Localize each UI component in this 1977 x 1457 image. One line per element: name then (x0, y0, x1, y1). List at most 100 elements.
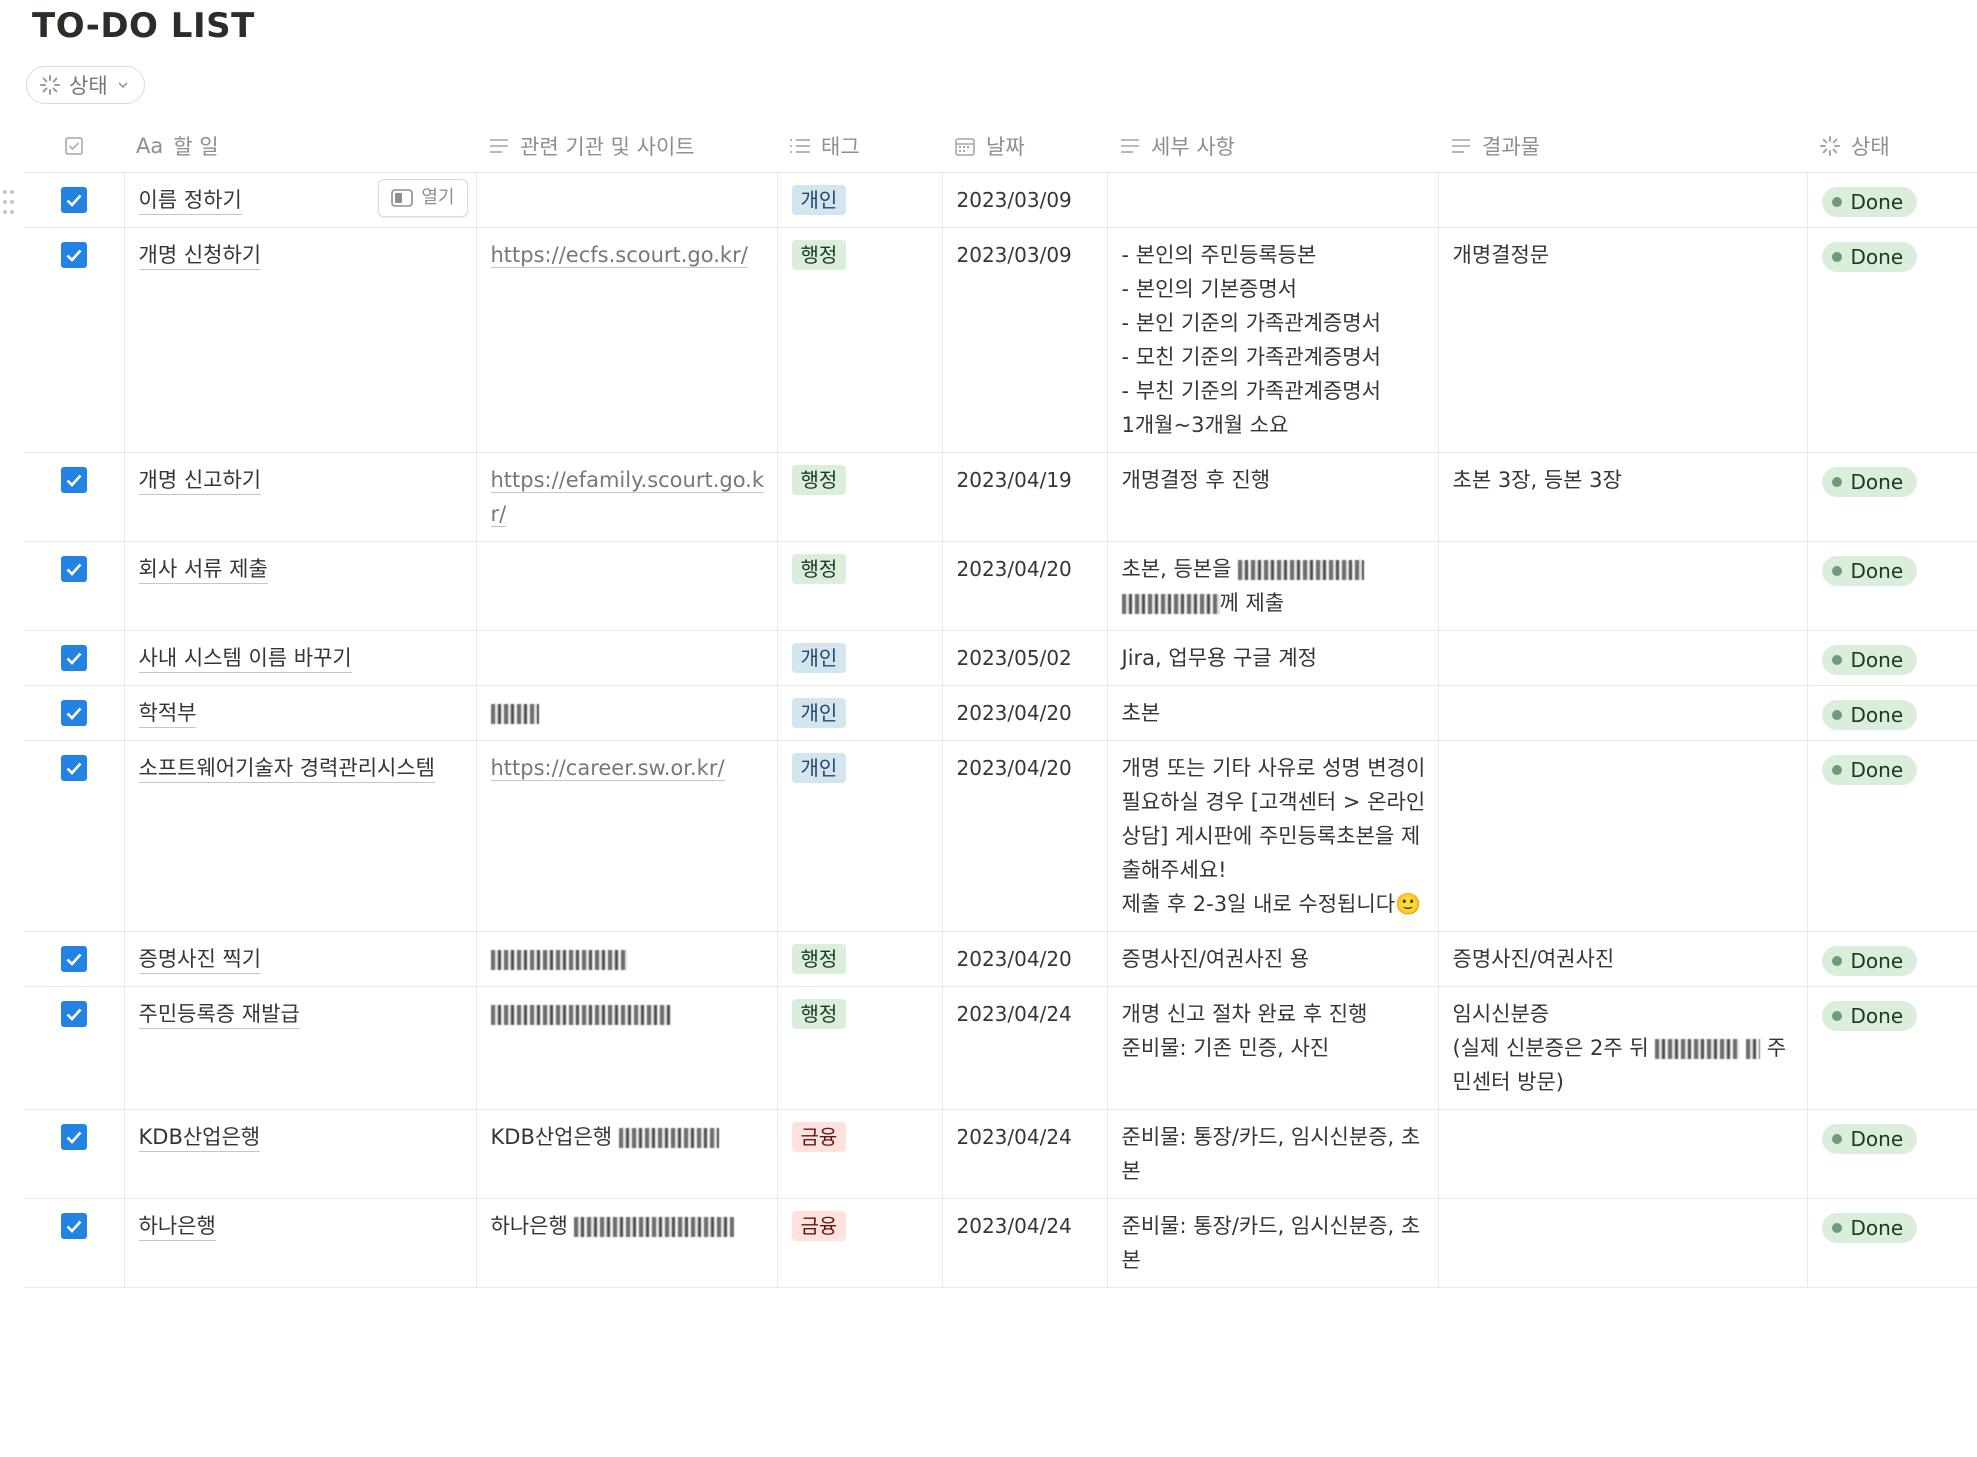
column-header-site[interactable]: 관련 기관 및 사이트 (476, 120, 777, 173)
column-header-date[interactable]: 날짜 (942, 120, 1107, 173)
status-cell[interactable]: Done (1807, 452, 1977, 542)
site-cell[interactable] (476, 630, 778, 686)
detail-cell[interactable]: 개명 또는 기타 사유로 성명 변경이 필요하실 경우 [고객센터 > 온라인상… (1107, 740, 1439, 932)
checkbox-cell[interactable] (24, 986, 125, 1110)
table-row[interactable]: 사내 시스템 이름 바꾸기 개인 2023/05/02 Jira, 업무용 구글 계정… (24, 630, 1977, 686)
task-cell[interactable]: 개명 신청하기 (124, 227, 477, 453)
detail-cell[interactable]: - 본인의 주민등록등본 - 본인의 기본증명서 - 본인 기준의 가족관계증명… (1107, 227, 1439, 453)
checkbox-checked[interactable] (60, 945, 87, 972)
checkbox-checked[interactable] (60, 1000, 87, 1027)
table-row[interactable]: 개명 신청하기 https://ecfs.scourt.go.kr/행정 2023/… (24, 227, 1977, 453)
detail-cell[interactable]: 증명사진/여권사진 용 (1107, 931, 1439, 987)
task-title[interactable]: 주민등록증 재발급 (138, 1001, 300, 1029)
detail-cell[interactable]: 초본, 등본을 께 제출 (1107, 541, 1439, 631)
tag-cell[interactable]: 행정 (777, 986, 943, 1110)
site-cell[interactable]: https://ecfs.scourt.go.kr/ (476, 227, 778, 453)
table-row[interactable]: 개명 신고하기 https://efamily.scourt.go.kr/행정 20… (24, 452, 1977, 542)
tag-cell[interactable]: 개인 (777, 685, 943, 741)
table-row[interactable]: 이름 정하기 열기 개인 2023/03/09 Done (24, 172, 1977, 228)
task-title[interactable]: 회사 서류 제출 (138, 556, 268, 584)
result-cell[interactable]: 초본 3장, 등본 3장 (1438, 452, 1808, 542)
date-cell[interactable]: 2023/03/09 (942, 172, 1108, 228)
checkbox-cell[interactable] (24, 1109, 125, 1199)
tag-cell[interactable]: 행정 (777, 541, 943, 631)
checkbox-checked[interactable] (60, 555, 87, 582)
result-cell[interactable] (1438, 630, 1808, 686)
task-cell[interactable]: 소프트웨어기술자 경력관리시스템 (124, 740, 477, 932)
tag-cell[interactable]: 행정 (777, 452, 943, 542)
result-cell[interactable]: 개명결정문 (1438, 227, 1808, 453)
checkbox-cell[interactable] (24, 452, 125, 542)
site-cell[interactable]: KDB산업은행 (476, 1109, 778, 1199)
site-link[interactable]: https://career.sw.or.kr/ (490, 755, 725, 781)
task-title[interactable]: 개명 신고하기 (138, 467, 262, 495)
status-cell[interactable]: Done (1807, 630, 1977, 686)
date-cell[interactable]: 2023/04/19 (942, 452, 1108, 542)
task-cell[interactable]: 이름 정하기 열기 (124, 172, 477, 228)
date-cell[interactable]: 2023/04/20 (942, 740, 1108, 932)
date-cell[interactable]: 2023/03/09 (942, 227, 1108, 453)
detail-cell[interactable]: 준비물: 통장/카드, 임시신분증, 초본 (1107, 1109, 1439, 1199)
status-cell[interactable]: Done (1807, 172, 1977, 228)
result-cell[interactable]: 임시신분증 (실제 신분증은 2주 뒤 주민센터 방문) (1438, 986, 1808, 1110)
result-cell[interactable] (1438, 1109, 1808, 1199)
table-row[interactable]: 학적부 개인 2023/04/20 초본 Done (24, 685, 1977, 741)
result-cell[interactable] (1438, 1198, 1808, 1288)
task-title[interactable]: 하나은행 (138, 1213, 216, 1241)
result-cell[interactable] (1438, 740, 1808, 932)
detail-cell[interactable]: 초본 (1107, 685, 1439, 741)
table-row[interactable]: 소프트웨어기술자 경력관리시스템 https://career.sw.or.kr/… (24, 740, 1977, 932)
task-cell[interactable]: 회사 서류 제출 (124, 541, 477, 631)
checkbox-checked[interactable] (60, 1212, 87, 1239)
column-header-tag[interactable]: 태그 (777, 120, 942, 173)
table-row[interactable]: KDB산업은행 KDB산업은행 금융 2023/04/24 준비물: 통장/카드, 임… (24, 1109, 1977, 1199)
result-cell[interactable] (1438, 172, 1808, 228)
status-filter-button[interactable]: 상태 (26, 66, 145, 104)
table-row[interactable]: 하나은행 하나은행 금융 2023/04/24 준비물: 통장/카드, 임시신분증, … (24, 1198, 1977, 1288)
result-cell[interactable]: 증명사진/여권사진 (1438, 931, 1808, 987)
task-cell[interactable]: 사내 시스템 이름 바꾸기 (124, 630, 477, 686)
site-cell[interactable]: https://career.sw.or.kr/ (476, 740, 778, 932)
checkbox-checked[interactable] (60, 466, 87, 493)
date-cell[interactable]: 2023/04/24 (942, 986, 1108, 1110)
status-cell[interactable]: Done (1807, 1109, 1977, 1199)
status-cell[interactable]: Done (1807, 541, 1977, 631)
task-title[interactable]: 증명사진 찍기 (138, 946, 262, 974)
date-cell[interactable]: 2023/04/24 (942, 1109, 1108, 1199)
checkbox-checked[interactable] (60, 241, 87, 268)
checkbox-cell[interactable] (24, 685, 125, 741)
status-cell[interactable]: Done (1807, 685, 1977, 741)
task-title[interactable]: KDB산업은행 (138, 1124, 261, 1152)
site-cell[interactable]: 하나은행 (476, 1198, 778, 1288)
task-title[interactable]: 소프트웨어기술자 경력관리시스템 (138, 755, 435, 783)
site-cell[interactable]: https://efamily.scourt.go.kr/ (476, 452, 778, 542)
checkbox-checked[interactable] (60, 186, 87, 213)
status-cell[interactable]: Done (1807, 931, 1977, 987)
task-cell[interactable]: KDB산업은행 (124, 1109, 477, 1199)
result-cell[interactable] (1438, 541, 1808, 631)
checkbox-cell[interactable] (24, 1198, 125, 1288)
checkbox-checked[interactable] (60, 699, 87, 726)
date-cell[interactable]: 2023/04/24 (942, 1198, 1108, 1288)
status-cell[interactable]: Done (1807, 740, 1977, 932)
task-title[interactable]: 개명 신청하기 (138, 242, 262, 270)
site-link[interactable]: https://ecfs.scourt.go.kr/ (490, 242, 748, 268)
checkbox-cell[interactable] (24, 630, 125, 686)
task-cell[interactable]: 하나은행 (124, 1198, 477, 1288)
column-header-check[interactable] (24, 120, 124, 173)
task-cell[interactable]: 주민등록증 재발급 (124, 986, 477, 1110)
tag-cell[interactable]: 개인 (777, 740, 943, 932)
checkbox-cell[interactable] (24, 541, 125, 631)
detail-cell[interactable] (1107, 172, 1439, 228)
table-row[interactable]: 주민등록증 재발급 행정 2023/04/24 개명 신고 절차 완료 후 진행 준비… (24, 986, 1977, 1110)
checkbox-cell[interactable] (24, 931, 125, 987)
tag-cell[interactable]: 금융 (777, 1109, 943, 1199)
task-title[interactable]: 사내 시스템 이름 바꾸기 (138, 645, 352, 673)
task-cell[interactable]: 증명사진 찍기 (124, 931, 477, 987)
tag-cell[interactable]: 행정 (777, 227, 943, 453)
result-cell[interactable] (1438, 685, 1808, 741)
tag-cell[interactable]: 행정 (777, 931, 943, 987)
column-header-status[interactable]: 상태 (1807, 120, 1977, 173)
drag-handle-icon[interactable] (2, 188, 16, 216)
table-row[interactable]: 증명사진 찍기 행정 2023/04/20 증명사진/여권사진 용 증명사진/여권사진 D… (24, 931, 1977, 987)
